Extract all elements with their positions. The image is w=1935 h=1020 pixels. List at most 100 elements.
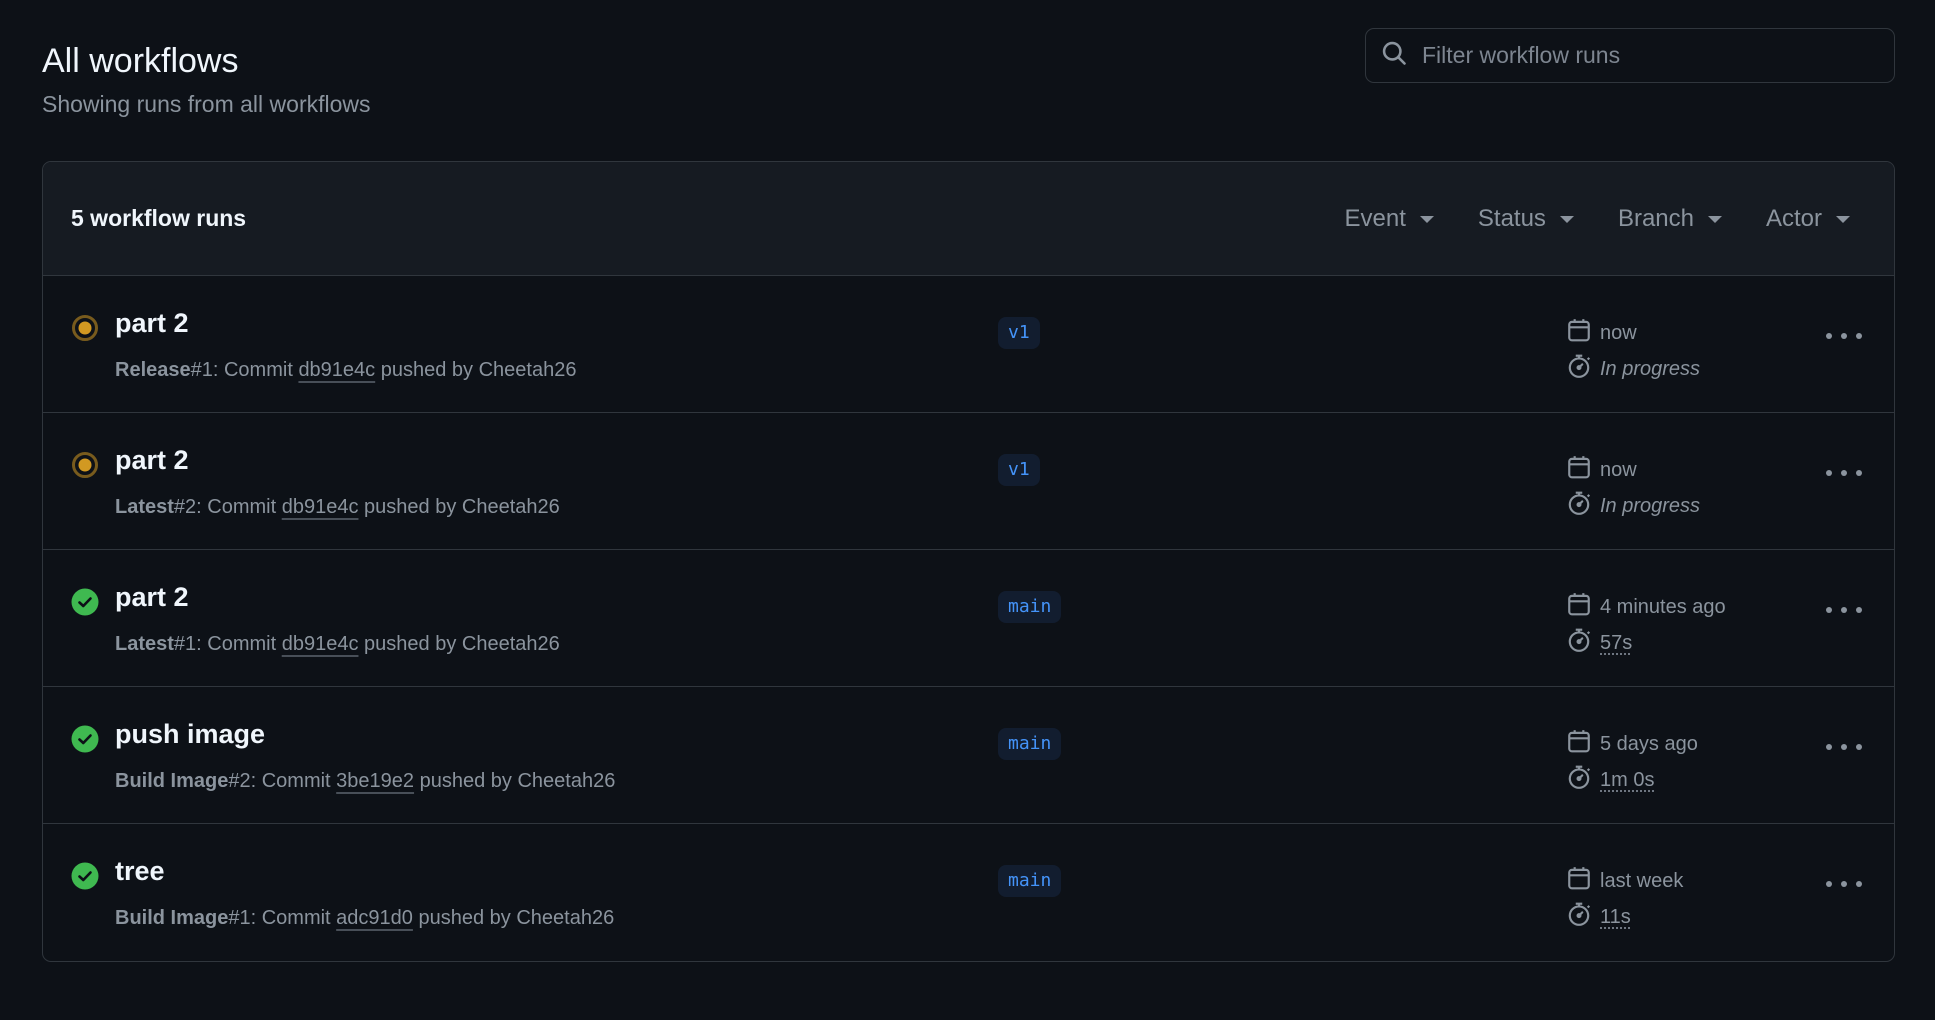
list-header: 5 workflow runs Event Status Branch Acto… xyxy=(43,162,1894,276)
filter-label: Status xyxy=(1477,205,1546,232)
run-times: now In progress xyxy=(1566,315,1700,387)
run-date: now xyxy=(1566,315,1700,351)
branch-filter-dropdown[interactable]: Branch xyxy=(1618,205,1722,233)
dot xyxy=(1826,470,1832,476)
page-header: All workflows Showing runs from all work… xyxy=(42,38,371,118)
stopwatch-icon xyxy=(1566,353,1600,385)
run-number: #1 xyxy=(190,359,213,381)
workflow-name: Latest xyxy=(115,496,174,518)
run-date-text: last week xyxy=(1600,869,1684,892)
actor-text: pushed by Cheetah26 xyxy=(375,359,577,381)
dot xyxy=(1841,744,1847,750)
dot xyxy=(1856,607,1862,613)
filter-workflow-runs-input[interactable] xyxy=(1422,42,1882,69)
commit-prefix: : Commit xyxy=(196,496,282,518)
commit-sha-link[interactable]: db91e4c xyxy=(282,633,359,655)
run-times: last week 11s xyxy=(1566,863,1683,935)
dot xyxy=(1856,470,1862,476)
run-number: #1 xyxy=(173,633,197,655)
more-options-button[interactable] xyxy=(1826,326,1862,346)
actor-filter-dropdown[interactable]: Actor xyxy=(1766,205,1850,233)
run-date-text: now xyxy=(1600,458,1637,481)
event-filter-dropdown[interactable]: Event xyxy=(1345,205,1434,233)
search-icon xyxy=(1380,39,1408,72)
filter-label: Event xyxy=(1344,205,1406,232)
caret-down-icon xyxy=(1836,215,1850,223)
run-date-text: 5 days ago xyxy=(1600,732,1698,755)
success-check-icon xyxy=(71,588,99,616)
status-filter-dropdown[interactable]: Status xyxy=(1478,205,1574,233)
run-title-link[interactable]: part 2 xyxy=(115,445,189,476)
workflow-runs-page: All workflows Showing runs from all work… xyxy=(0,0,1935,1020)
caret-down-icon xyxy=(1419,215,1434,223)
commit-prefix: : Commit xyxy=(196,633,282,655)
run-duration: 1m 0s xyxy=(1566,762,1698,798)
success-check-icon xyxy=(71,862,99,890)
run-meta: Latest#2: Commit db91e4c pushed by Cheet… xyxy=(115,496,560,519)
run-title-link[interactable]: tree xyxy=(115,856,165,887)
dot xyxy=(1841,470,1847,476)
run-duration-text: In progress xyxy=(1600,357,1701,380)
dot xyxy=(1841,881,1847,887)
commit-sha-link[interactable]: 3be19e2 xyxy=(336,770,414,792)
runs-container: part 2 Release#1: Commit db91e4c pushed … xyxy=(43,276,1894,961)
run-count: 5 workflow runs xyxy=(71,205,247,231)
run-title-link[interactable]: part 2 xyxy=(115,308,189,339)
run-meta: Latest#1: Commit db91e4c pushed by Cheet… xyxy=(115,633,560,656)
run-duration: 11s xyxy=(1566,899,1683,935)
caret-down-icon xyxy=(1559,215,1574,223)
calendar-icon xyxy=(1566,591,1600,623)
dot xyxy=(1826,881,1832,887)
dot xyxy=(1856,881,1862,887)
more-options-button[interactable] xyxy=(1826,874,1862,894)
branch-label[interactable]: v1 xyxy=(998,454,1040,486)
stopwatch-icon xyxy=(1566,627,1600,659)
actor-text: pushed by Cheetah26 xyxy=(414,770,616,792)
run-meta: Build Image#1: Commit adc91d0 pushed by … xyxy=(115,907,614,930)
commit-prefix: : Commit xyxy=(250,907,337,929)
commit-sha-link[interactable]: adc91d0 xyxy=(336,907,413,929)
calendar-icon xyxy=(1566,728,1600,760)
dot xyxy=(1841,607,1847,613)
run-times: now In progress xyxy=(1566,452,1700,524)
run-duration-text: In progress xyxy=(1600,494,1701,517)
commit-prefix: : Commit xyxy=(212,359,299,381)
commit-sha-link[interactable]: db91e4c xyxy=(298,359,375,381)
branch-label[interactable]: v1 xyxy=(998,317,1040,349)
more-options-button[interactable] xyxy=(1826,463,1862,483)
workflow-run-row[interactable]: part 2 Latest#2: Commit db91e4c pushed b… xyxy=(43,413,1894,550)
commit-sha-link[interactable]: db91e4c xyxy=(282,496,359,518)
run-number: #1 xyxy=(228,907,251,929)
run-title-link[interactable]: part 2 xyxy=(115,582,189,613)
workflow-run-row[interactable]: part 2 Latest#1: Commit db91e4c pushed b… xyxy=(43,550,1894,687)
actor-text: pushed by Cheetah26 xyxy=(358,633,560,655)
page-subtitle: Showing runs from all workflows xyxy=(42,91,371,117)
page-title: All workflows xyxy=(42,42,239,80)
run-times: 4 minutes ago 57s xyxy=(1566,589,1726,661)
run-meta: Build Image#2: Commit 3be19e2 pushed by … xyxy=(115,770,615,793)
workflow-name: Build Image xyxy=(115,770,229,792)
workflow-run-row[interactable]: tree Build Image#1: Commit adc91d0 pushe… xyxy=(43,824,1894,961)
commit-prefix: : Commit xyxy=(250,770,337,792)
filter-search-box[interactable] xyxy=(1365,28,1895,83)
run-meta: Release#1: Commit db91e4c pushed by Chee… xyxy=(115,359,576,382)
caret-down-icon xyxy=(1707,215,1722,223)
workflow-name: Release xyxy=(115,359,191,381)
run-number: #2 xyxy=(173,496,197,518)
filter-label: Actor xyxy=(1765,205,1822,232)
branch-label[interactable]: main xyxy=(998,591,1062,623)
dot xyxy=(1826,744,1832,750)
more-options-button[interactable] xyxy=(1826,737,1862,757)
run-duration: 57s xyxy=(1566,625,1726,661)
branch-label[interactable]: main xyxy=(998,865,1062,897)
run-date: last week xyxy=(1566,863,1683,899)
calendar-icon xyxy=(1566,317,1600,349)
workflow-run-row[interactable]: part 2 Release#1: Commit db91e4c pushed … xyxy=(43,276,1894,413)
branch-label[interactable]: main xyxy=(998,728,1062,760)
in-progress-icon xyxy=(71,314,99,342)
workflow-run-row[interactable]: push image Build Image#2: Commit 3be19e2… xyxy=(43,687,1894,824)
run-title-link[interactable]: push image xyxy=(115,719,265,750)
run-date: now xyxy=(1566,452,1700,488)
more-options-button[interactable] xyxy=(1826,600,1862,620)
actor-text: pushed by Cheetah26 xyxy=(358,496,560,518)
